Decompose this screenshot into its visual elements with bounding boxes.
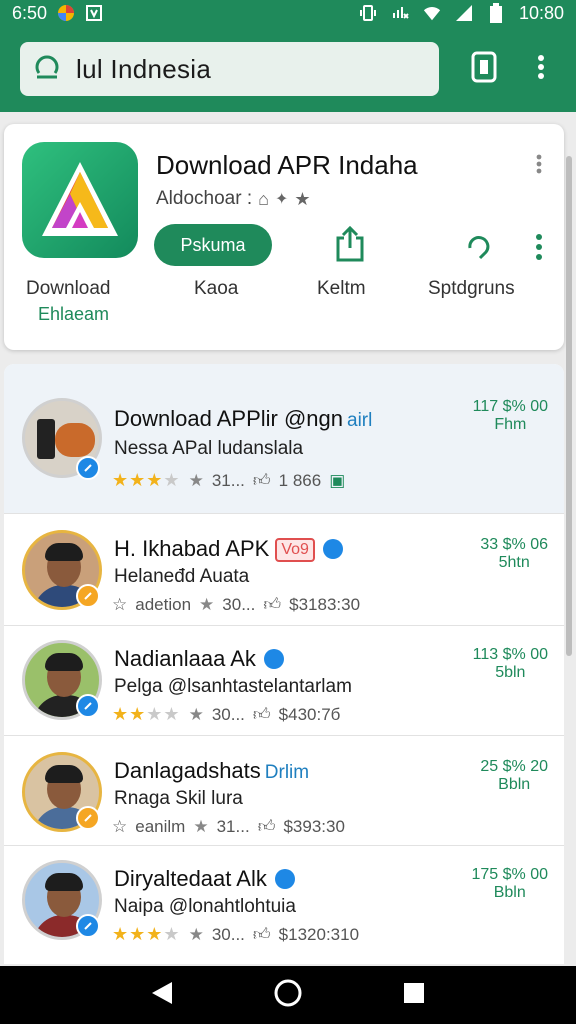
like-icon: 👍︎ <box>263 595 282 614</box>
row-price: 117 $% 00 Fhm <box>472 398 548 433</box>
scrollbar[interactable] <box>566 156 572 656</box>
status-time-left: 6:50 <box>12 2 48 23</box>
row-meta: ★★★★ ★ 31... 👍︎ 1 866 ▣ <box>112 470 346 490</box>
device-button[interactable] <box>461 45 508 93</box>
row-title: H. Ikhabad APK Vo9 <box>114 536 343 562</box>
action-download[interactable]: Download <box>26 278 111 300</box>
row-subtitle: Nessa APal ludanslala <box>114 438 304 459</box>
signal-off-icon <box>391 4 409 22</box>
row-title: Danlagadshats Drlim <box>114 758 310 783</box>
rate-button[interactable] <box>464 234 494 264</box>
featured-subtitle-text: Aldochoar : <box>156 188 253 209</box>
more-vert-icon <box>537 54 545 85</box>
sparkle-icon: ✦ <box>275 191 289 208</box>
row-price: 175 $% 00 Bbln <box>471 866 548 901</box>
star-icon: ★ <box>294 188 311 209</box>
wifi-icon <box>423 4 441 22</box>
search-icon <box>34 53 60 86</box>
recents-button[interactable] <box>402 981 426 1010</box>
row-subtitle: Helaneđd Auata <box>114 566 250 587</box>
like-icon: 👍︎ <box>252 925 271 944</box>
actions-more-button[interactable] <box>536 234 542 265</box>
row-price: 33 $% 06 5htn <box>480 536 548 571</box>
row-meta: ☆ adetion ★ 30... 👍︎ $3183:30 <box>112 594 361 615</box>
back-button[interactable] <box>150 980 174 1011</box>
rating-stars: ★★★★ <box>112 924 181 944</box>
action-rate[interactable]: Sptdgruns <box>428 278 515 300</box>
overflow-menu-button[interactable] <box>517 45 564 93</box>
row-meta: ☆ eanilm ★ 31... 👍︎ $393:30 <box>112 816 345 837</box>
box-icon: ▣ <box>329 470 346 490</box>
verified-badge <box>76 694 100 718</box>
list-item[interactable]: H. Ikhabad APK Vo9 Helaneđd Auata ☆ adeti… <box>4 514 564 626</box>
more-vert-icon <box>536 154 542 178</box>
home-button[interactable] <box>273 978 303 1013</box>
home-circle-icon <box>274 979 302 1006</box>
row-tag: Vo9 <box>275 538 315 562</box>
verified-badge <box>76 584 100 608</box>
list-item[interactable]: Danlagadshats Drlim Rnaga Skil lura ☆ ean… <box>4 736 564 846</box>
row-subtitle: Naipa @lonahtlohtuia <box>114 896 296 917</box>
star-icon: ★ <box>193 816 209 836</box>
featured-title: Download APR Indaha <box>156 150 418 180</box>
list-item[interactable]: Nadianlaaa Ak Pelga @lsanhtastelantarlam… <box>4 626 564 736</box>
install-button[interactable]: Pskuma <box>154 224 272 266</box>
verified-icon <box>263 649 284 669</box>
app-list: Download APPlir @ngn airl Nessa APal luda… <box>4 364 564 964</box>
app-logo[interactable] <box>22 142 138 258</box>
like-icon: 👍︎ <box>252 705 271 724</box>
star-icon: ★ <box>188 924 204 944</box>
featured-subtitle: Aldochoar : ⌂ ✦ ★ <box>156 188 311 210</box>
share-icon <box>332 225 368 268</box>
verified-icon <box>274 869 295 889</box>
row-meta: ★★★★ ★ 30... 👍︎ $430:7б <box>112 704 341 724</box>
status-bar: 6:50 10:80 <box>0 0 576 26</box>
recents-icon <box>404 982 425 1003</box>
verified-badge <box>76 456 100 480</box>
search-input[interactable]: lul Indnesia <box>20 42 439 96</box>
star-icon: ★ <box>188 470 204 490</box>
rating-stars: ★★★★ <box>112 470 181 490</box>
list-item[interactable]: Diryaltedaat Alk Naipa @lonahtlohtuia ★★… <box>4 846 564 964</box>
verified-badge <box>76 914 100 938</box>
navigation-bar <box>0 966 576 1024</box>
row-title: Diryaltedaat Alk <box>114 866 295 892</box>
row-meta: ★★★★ ★ 30... 👍︎ $1320:310 <box>112 924 360 944</box>
star-icon: ★ <box>199 594 215 614</box>
device-icon <box>470 50 498 89</box>
row-price: 25 $% 20 Bbln <box>480 758 548 793</box>
row-price: 113 $% 00 5bln <box>472 646 548 681</box>
cell-signal-icon <box>455 4 473 22</box>
photos-icon <box>57 4 75 22</box>
search-query: lul Indnesia <box>76 53 212 84</box>
vibrate-icon <box>359 4 377 22</box>
battery-icon <box>487 3 505 23</box>
row-subtitle: Pelga @lsanhtastelantarlam <box>114 676 352 697</box>
download-subtext: Ehlaeam <box>38 304 110 324</box>
back-icon <box>151 981 172 1004</box>
list-item[interactable]: Download APPlir @ngn airl Nessa APal luda… <box>4 364 564 514</box>
share-button[interactable] <box>332 224 368 264</box>
action-play[interactable]: Kaoa <box>194 278 238 300</box>
action-share[interactable]: Keltm <box>317 278 366 300</box>
rating-stars: ★★★★ <box>112 704 181 724</box>
home-icon: ⌂ <box>258 188 269 209</box>
star-icon: ★ <box>188 704 204 724</box>
more-vert-icon <box>536 234 542 264</box>
notification-icon <box>85 4 103 22</box>
rate-icon <box>464 236 494 268</box>
card-more-button[interactable] <box>536 154 542 179</box>
verified-icon <box>322 539 343 559</box>
like-icon: 👍︎ <box>252 471 271 490</box>
star-outline-icon: ☆ <box>112 816 128 836</box>
star-outline-icon: ☆ <box>112 594 128 614</box>
row-subtitle: Rnaga Skil lura <box>114 788 243 809</box>
verified-badge <box>76 806 100 830</box>
like-icon: 👍︎ <box>257 817 276 836</box>
featured-app-card: Download APR Indaha Aldochoar : ⌂ ✦ ★ Ps… <box>4 124 564 350</box>
status-time-right: 10:80 <box>518 2 564 23</box>
row-title: Nadianlaaa Ak <box>114 646 284 672</box>
row-title: Download APPlir @ngn airl <box>114 406 373 431</box>
app-bar: lul Indnesia <box>0 26 576 112</box>
